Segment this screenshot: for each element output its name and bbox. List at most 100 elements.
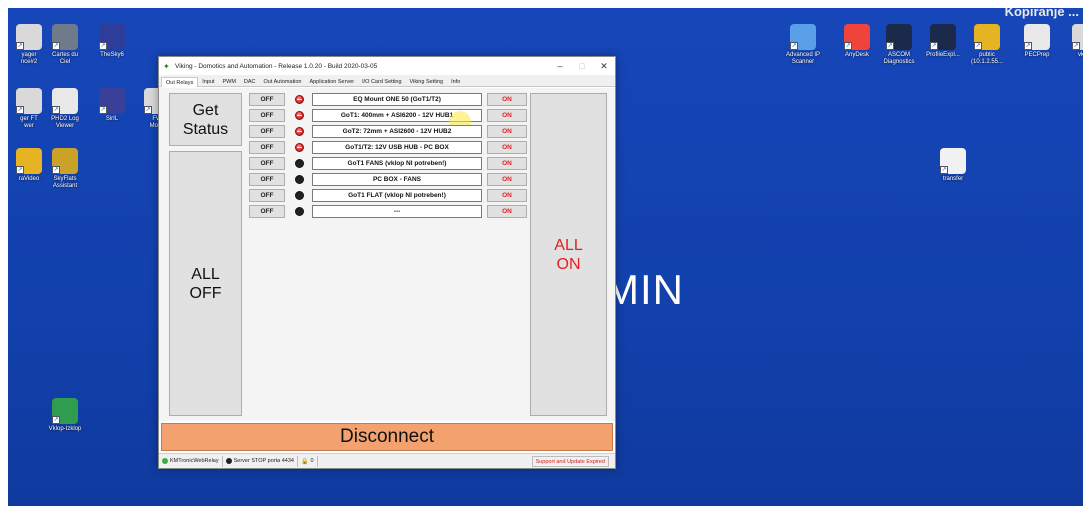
count-label: 0: [310, 458, 314, 464]
relay-name-field[interactable]: GoT1 FANS (vklop NI potreben!): [312, 157, 482, 170]
desktop-icon-left-2[interactable]: ↗ TheSky6: [85, 24, 139, 59]
relay-status-led-icon: [295, 143, 304, 152]
relay-off-button[interactable]: OFF: [249, 157, 285, 170]
relay-status-led-icon: [295, 111, 304, 120]
desktop-icon-label: Cartes du Ciel: [51, 52, 78, 65]
relay-on-button[interactable]: ON: [487, 141, 527, 154]
wallpaper-text: MIN: [604, 266, 684, 313]
shortcut-arrow-icon: ↗: [99, 42, 107, 50]
siril-icon: ↗: [99, 88, 125, 114]
tab-pwm[interactable]: PWM: [218, 77, 239, 86]
shortcut-arrow-icon: ↗: [930, 42, 938, 50]
desktop-icon-right-7[interactable]: ↗ transfer: [926, 148, 980, 183]
shortcut-arrow-icon: ↗: [52, 42, 60, 50]
magnifier-icon: ↗: [52, 88, 78, 114]
tab-info[interactable]: Info: [447, 77, 464, 86]
minimize-button[interactable]: –: [549, 61, 571, 71]
all-on-label: ALL ON: [554, 236, 583, 273]
tab-input[interactable]: Input: [198, 77, 218, 86]
relay-name-field[interactable]: GoT2: 72mm + ASI2600 - 12V HUB2: [312, 125, 482, 138]
relay-name-field[interactable]: ---: [312, 205, 482, 218]
shortcut-arrow-icon: ↗: [16, 106, 24, 114]
relay-on-button[interactable]: ON: [487, 93, 527, 106]
tab-dac[interactable]: DAC: [240, 77, 260, 86]
telescope-icon: ↗: [52, 148, 78, 174]
shortcut-arrow-icon: ↗: [886, 42, 894, 50]
pecprep-icon: ↗: [1024, 24, 1050, 50]
relay-name-field[interactable]: GoT1 FLAT (vklop NI potreben!): [312, 189, 482, 202]
shortcut-arrow-icon: ↗: [1072, 42, 1080, 50]
relay-row: OFF GoT1 FLAT (vklop NI potreben!) ON: [249, 189, 527, 203]
connected-status-icon: [162, 458, 168, 464]
shortcut-arrow-icon: ↗: [974, 42, 982, 50]
desktop-icon-label: vklop: [1077, 52, 1083, 58]
all-on-button[interactable]: ALL ON: [530, 93, 607, 416]
relay-off-button[interactable]: OFF: [249, 205, 285, 218]
network-icon: ↗: [790, 24, 816, 50]
shortcut-arrow-icon: ↗: [16, 166, 24, 174]
tab-application-server[interactable]: Application Server: [305, 77, 358, 86]
disconnect-button[interactable]: Disconnect: [161, 423, 613, 451]
desktop-icon-right-4[interactable]: ↗ public (10.1.2.55...: [960, 24, 1014, 66]
tab-out-automation[interactable]: Out Automation: [260, 77, 306, 86]
sky-icon: ↗: [99, 24, 125, 50]
relay-off-button[interactable]: OFF: [249, 141, 285, 154]
relay-off-button[interactable]: OFF: [249, 189, 285, 202]
relay-on-button[interactable]: ON: [487, 157, 527, 170]
relay-row: OFF GoT1/T2: 12V USB HUB - PC BOX ON: [249, 141, 527, 155]
relay-row: OFF --- ON: [249, 205, 527, 219]
relay-status-led-icon: [295, 207, 304, 216]
relay-on-button[interactable]: ON: [487, 109, 527, 122]
desktop-icon-right-0[interactable]: ↗ Advanced IP Scanner: [776, 24, 830, 66]
server-status: Server STOP porta 4434: [223, 455, 298, 467]
chrome-icon: ↗: [52, 398, 78, 424]
relay-name-field[interactable]: EQ Mount ONE 50 (GoT1/T2): [312, 93, 482, 106]
relay-on-button[interactable]: ON: [487, 173, 527, 186]
desktop-icon-left-4[interactable]: ↗ PHD2 Log Viewer: [38, 88, 92, 130]
relay-name-field[interactable]: GoT1/T2: 12V USB HUB - PC BOX: [312, 141, 482, 154]
lock-icon: 🔒: [300, 458, 309, 465]
close-button[interactable]: ✕: [593, 61, 615, 72]
shortcut-arrow-icon: ↗: [16, 42, 24, 50]
all-off-button[interactable]: ALL OFF: [169, 151, 242, 416]
count-status: 🔒 0: [298, 455, 318, 467]
shortcut-arrow-icon: ↗: [940, 166, 948, 174]
desktop-icon-label: TheSky6: [100, 52, 124, 58]
desktop-icon-label: public (10.1.2.55...: [970, 52, 1004, 65]
relay-on-button[interactable]: ON: [487, 189, 527, 202]
desktop-icon-left-9[interactable]: ↗ Vklop-Izklop: [38, 398, 92, 433]
relay-row: OFF PC BOX - FANS ON: [249, 173, 527, 187]
relay-off-button[interactable]: OFF: [249, 93, 285, 106]
relay-name-field[interactable]: PC BOX - FANS: [312, 173, 482, 186]
desktop-icon-label: transfer: [942, 176, 964, 182]
desktop-icon-label: Advanced IP Scanner: [785, 52, 821, 65]
server-status-icon: [225, 458, 232, 464]
relay-off-button[interactable]: OFF: [249, 125, 285, 138]
desktop-icon-label: PECPrep: [1024, 52, 1050, 58]
maximize-button[interactable]: □: [571, 61, 593, 71]
get-status-label: Get Status: [182, 101, 229, 138]
relay-on-button[interactable]: ON: [487, 205, 527, 218]
tab-io-card-setting[interactable]: I/O Card Setting: [358, 77, 405, 86]
desktop: Kopiranje ... MIN ↗ yager nce#2 ↗ Cartes du…: [8, 8, 1083, 506]
ascom-icon: ↗: [930, 24, 956, 50]
relay-off-button[interactable]: OFF: [249, 109, 285, 122]
relay-status-led-icon: [295, 127, 304, 136]
get-status-button[interactable]: Get Status: [169, 93, 242, 146]
web-relay-label: KMTronicWebRelay: [170, 458, 219, 464]
relay-off-button[interactable]: OFF: [249, 173, 285, 186]
relay-row: OFF GoT2: 72mm + ASI2600 - 12V HUB2 ON: [249, 125, 527, 139]
tab-viking-setting[interactable]: Viking Setting: [406, 77, 448, 86]
desktop-icon-left-1[interactable]: ↗ Cartes du Ciel: [38, 24, 92, 66]
desktop-icon-right-5[interactable]: ↗ PECPrep: [1010, 24, 1064, 59]
title-bar[interactable]: ✦ Viking - Domotics and Automation - Rel…: [159, 57, 615, 75]
tab-out-relays[interactable]: Out Relays: [161, 77, 199, 87]
anydesk-icon: ↗: [844, 24, 870, 50]
all-off-label: ALL OFF: [189, 265, 222, 302]
desktop-icon-right-6[interactable]: ↗ vklop: [1058, 24, 1083, 59]
copy-banner: Kopiranje ...: [1004, 8, 1079, 19]
relay-on-button[interactable]: ON: [487, 125, 527, 138]
shortcut-arrow-icon: ↗: [52, 106, 60, 114]
shortcut-arrow-icon: ↗: [144, 106, 152, 114]
desktop-icon-left-8[interactable]: ↗ SkyFlats Assistant: [38, 148, 92, 190]
